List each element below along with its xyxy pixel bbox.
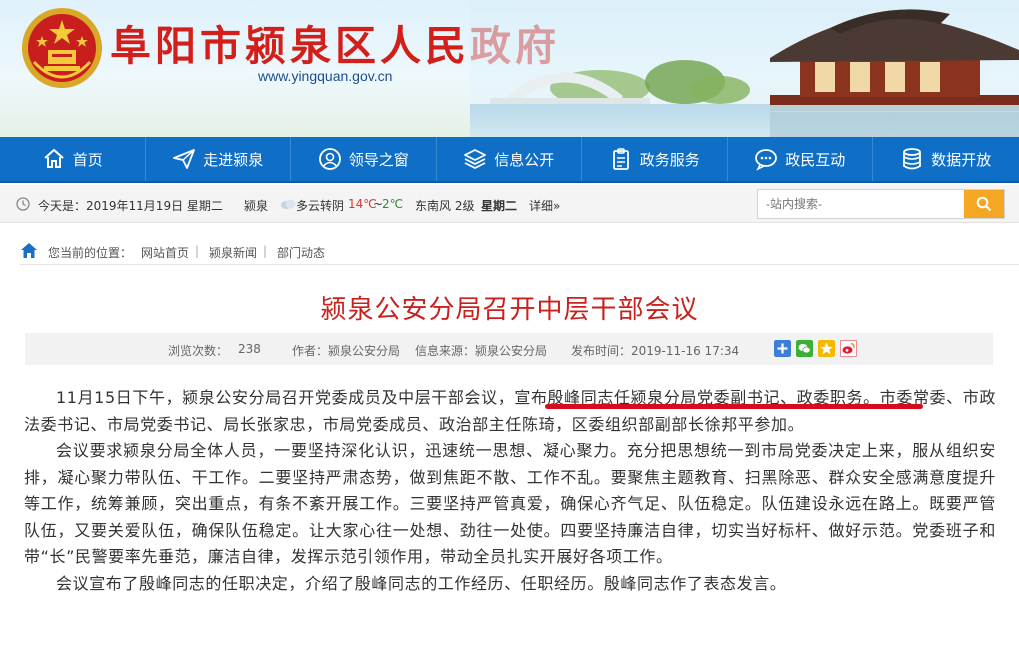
chat-icon xyxy=(754,147,778,171)
cloud-icon xyxy=(281,199,296,209)
date-text: 今天是：2019年11月19日 星期二 xyxy=(38,199,223,213)
wind-text: 东南风 2级 xyxy=(415,199,475,213)
paper-plane-icon xyxy=(172,147,196,171)
article-body: 11月15日下午，颍泉公安分局召开党委成员及中层干部会议，宣布殷峰同志任颍泉分局… xyxy=(24,385,996,597)
home-icon xyxy=(42,147,66,171)
article-author: 作者：颍泉公安分局 xyxy=(292,344,401,358)
nav-item-label: 信息公开 xyxy=(494,150,555,169)
breadcrumb-prefix: 您当前的位置： xyxy=(48,246,133,260)
breadcrumb-news-link[interactable]: 颍泉新闻 xyxy=(209,244,257,261)
article-source: 信息来源：颍泉公安分局 xyxy=(415,344,548,358)
nav-item-label: 数据开放 xyxy=(931,150,992,169)
views-count: 238 xyxy=(238,342,261,356)
weather-city: 颍泉 xyxy=(244,199,269,213)
nav-item-leaders[interactable]: 领导之窗 xyxy=(291,137,437,181)
breadcrumb-dept-link[interactable]: 部门动态 xyxy=(277,244,325,261)
article-paragraph: 会议宣布了殷峰同志的任职决定，介绍了殷峰同志的工作经历、任职经历。殷峰同志作了表… xyxy=(56,573,787,593)
nav-item-label: 领导之窗 xyxy=(348,150,409,169)
article-publish-time: 发布时间：2019-11-16 17:34 xyxy=(571,344,740,358)
search-input[interactable] xyxy=(758,190,966,218)
weather-details-link[interactable]: 详细» xyxy=(529,197,560,214)
article-meta: 浏览次数： 238 作者：颍泉公安分局 信息来源：颍泉公安分局 发布时间：201… xyxy=(25,333,993,365)
share-plus-icon[interactable] xyxy=(774,340,791,357)
nav-item-about[interactable]: 走进颍泉 xyxy=(146,137,291,181)
user-icon xyxy=(318,147,342,171)
article-paragraph: 11月15日下午，颍泉公安分局召开党委成员及中层干部会议，宣布殷峰同志任颍泉分局… xyxy=(24,388,996,434)
article-paragraph: 会议要求颍泉分局全体人员，一要坚持深化认识，迅速统一思想、凝心聚力。充分把思想统… xyxy=(24,441,996,566)
info-bar: 今天是：2019年11月19日 星期二 颍泉 多云转阴 14℃ ~ 2℃ 东南风… xyxy=(0,185,1019,223)
temp-low: 2℃ xyxy=(382,197,404,211)
clipboard-icon xyxy=(609,147,633,171)
nav-item-label: 走进颍泉 xyxy=(203,150,264,169)
search-icon xyxy=(976,196,992,212)
weibo-icon[interactable] xyxy=(840,340,857,357)
nav-item-label: 政民互动 xyxy=(785,150,846,169)
pavilion-scenery-image xyxy=(470,0,1019,137)
site-url[interactable]: www.yingquan.gov.cn xyxy=(258,68,392,84)
nav-item-interaction[interactable]: 政民互动 xyxy=(728,137,873,181)
wechat-icon[interactable] xyxy=(796,340,813,357)
nav-item-open-data[interactable]: 数据开放 xyxy=(873,137,1019,181)
weather-desc: 多云转阴 xyxy=(296,199,345,213)
main-nav: 首页 走进颍泉 领导之窗 信息公开 政务服务 政民互动 数据开放 xyxy=(0,137,1019,183)
breadcrumb-separator: | xyxy=(263,244,268,258)
national-emblem-icon xyxy=(22,8,102,88)
nav-item-info-public[interactable]: 信息公开 xyxy=(437,137,582,181)
nav-item-label: 政务服务 xyxy=(639,150,700,169)
breadcrumb-home-link[interactable]: 网站首页 xyxy=(141,244,189,261)
qzone-icon[interactable] xyxy=(818,340,835,357)
home-icon xyxy=(21,243,37,258)
search-button[interactable] xyxy=(964,190,1004,218)
nav-item-services[interactable]: 政务服务 xyxy=(582,137,728,181)
nav-item-label: 首页 xyxy=(72,150,103,169)
nav-item-home[interactable]: 首页 xyxy=(0,137,146,181)
divider xyxy=(20,264,1019,265)
article-title: 颍泉公安分局召开中层干部会议 xyxy=(320,295,699,325)
site-header: 阜阳市颍泉区人民政府 www.yingquan.gov.cn xyxy=(0,0,1019,137)
weekday-text: 星期二 xyxy=(481,199,518,213)
database-icon xyxy=(900,147,924,171)
red-underline-annotation xyxy=(545,404,923,409)
views-label: 浏览次数： xyxy=(168,344,229,358)
layers-icon xyxy=(463,147,487,171)
site-search xyxy=(757,189,1005,219)
breadcrumb-separator: | xyxy=(195,244,200,258)
clock-icon xyxy=(16,197,30,211)
